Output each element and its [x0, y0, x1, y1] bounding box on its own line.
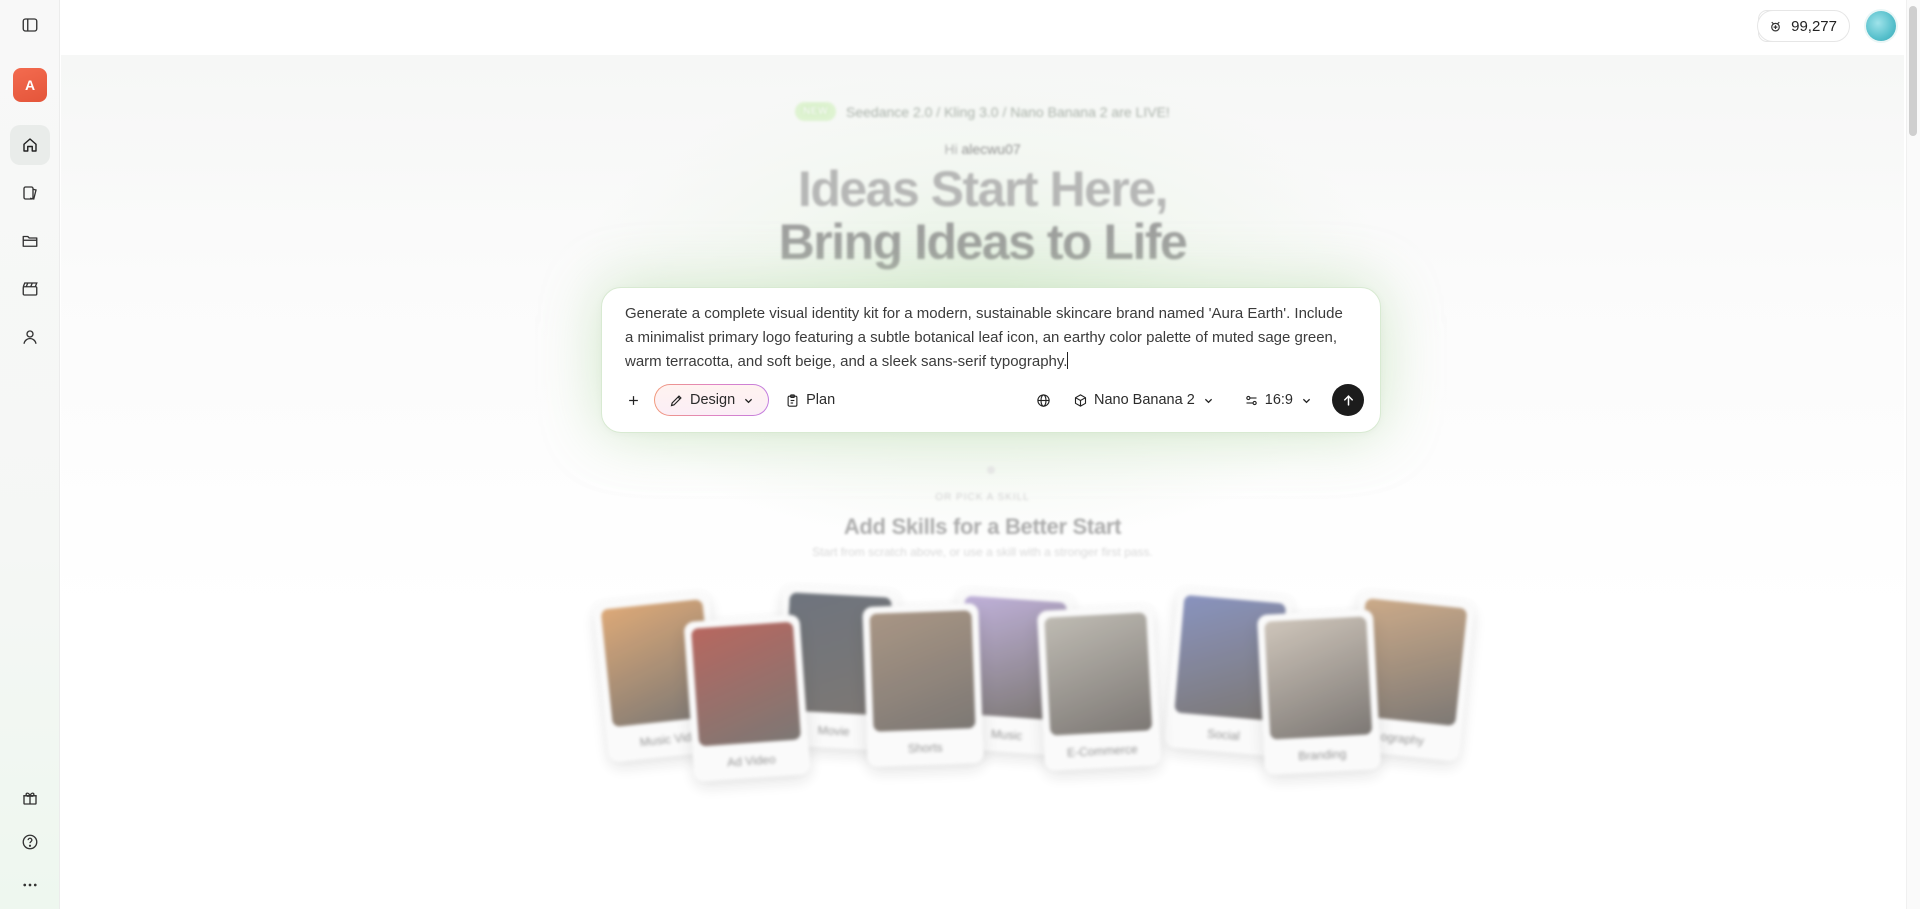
- skill-card-image: [1044, 612, 1153, 736]
- sidebar-item-gallery[interactable]: [10, 173, 50, 213]
- skill-card-branding[interactable]: Branding: [1256, 609, 1382, 775]
- scrollbar-thumb[interactable]: [1909, 6, 1917, 136]
- sidebar-item-rewards[interactable]: [10, 778, 50, 818]
- gallery-icon: [23, 186, 37, 200]
- workspace-logo-letter: A: [24, 77, 36, 93]
- workspace-logo[interactable]: A: [13, 68, 47, 102]
- home-icon: [23, 138, 37, 152]
- skill-card-label: E-Commerce: [1066, 742, 1138, 760]
- scrollbar[interactable]: [1906, 0, 1920, 909]
- more-icon: [23, 883, 37, 887]
- sidebar-item-more[interactable]: [10, 865, 50, 905]
- skill-card-label: Branding: [1297, 746, 1347, 764]
- sidebar-toggle-icon: [22, 18, 38, 32]
- main-area: 99,277 NEW Seedance 2.0 / Kling 3.0 / Na…: [61, 0, 1920, 909]
- skill-card-image: [691, 621, 802, 747]
- gift-icon: [23, 792, 37, 805]
- sidebar-item-files[interactable]: [10, 221, 50, 261]
- skill-card-image: [869, 610, 976, 732]
- skill-card-image: [1264, 616, 1373, 740]
- skill-card-ad-video[interactable]: Ad Video: [683, 614, 811, 782]
- skill-card-shorts[interactable]: Shorts: [862, 603, 984, 767]
- sidebar-item-profile[interactable]: [10, 317, 50, 357]
- skill-cards: Music Vid Ad Video Movie Shorts Music E-…: [61, 0, 1920, 909]
- sidebar-item-help[interactable]: [10, 822, 50, 862]
- skill-card-e-commerce[interactable]: E-Commerce: [1036, 605, 1162, 771]
- sidebar-item-home[interactable]: [10, 125, 50, 165]
- clapperboard-icon: [22, 282, 38, 296]
- sidebar-item-videos[interactable]: [10, 269, 50, 309]
- user-icon: [23, 330, 37, 344]
- help-icon: [22, 834, 38, 850]
- sidebar: A: [0, 0, 60, 909]
- sidebar-toggle-button[interactable]: [10, 5, 50, 45]
- folder-icon: [22, 235, 38, 247]
- skill-card-label: Ad Video: [726, 752, 777, 770]
- skill-card-label: Shorts: [907, 740, 943, 756]
